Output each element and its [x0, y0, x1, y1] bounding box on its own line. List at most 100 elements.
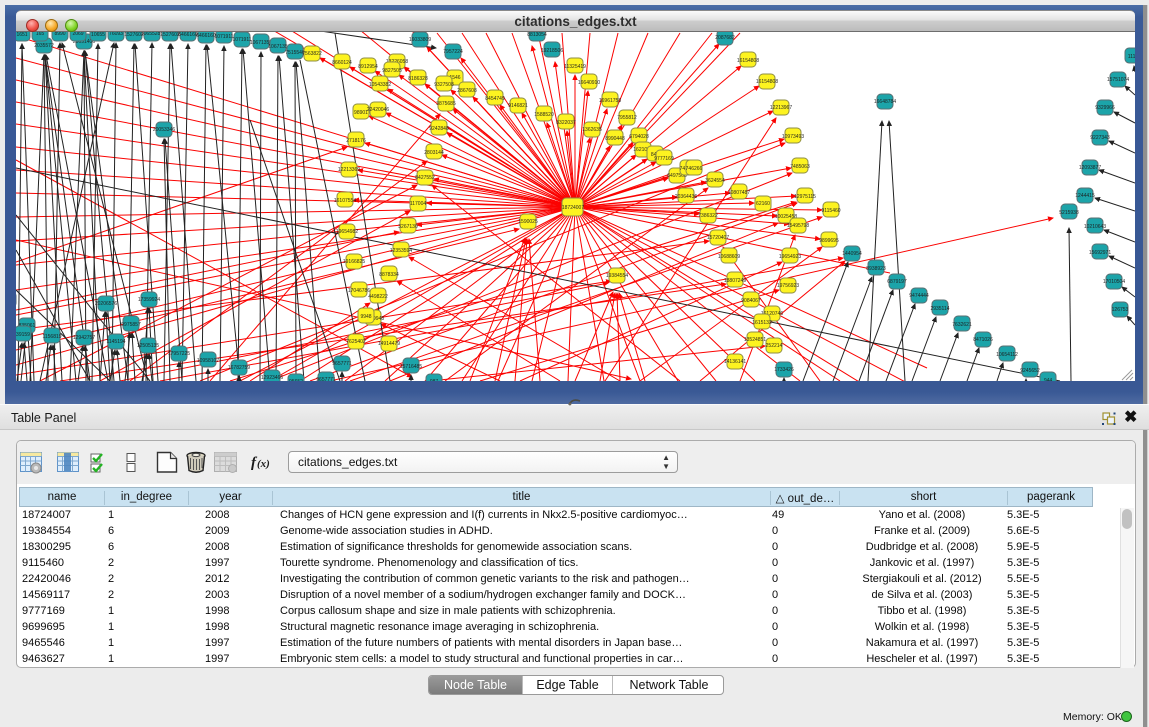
svg-text:20053346: 20053346 [153, 127, 175, 133]
svg-text:17010504: 17010504 [1103, 279, 1125, 285]
svg-text:6879197: 6879197 [887, 279, 907, 285]
svg-text:9777169: 9777169 [654, 156, 674, 162]
svg-text:12213369: 12213369 [338, 167, 360, 173]
svg-text:9827505: 9827505 [382, 68, 402, 74]
svg-text:746266: 746266 [686, 166, 703, 172]
svg-text:9242848: 9242848 [429, 126, 449, 132]
svg-text:11325419: 11325419 [564, 64, 586, 70]
svg-text:9975857: 9975857 [121, 322, 141, 328]
svg-text:8912954: 8912954 [358, 64, 378, 70]
svg-text:8990: 8990 [54, 32, 65, 37]
svg-text:8322037: 8322037 [556, 120, 576, 126]
svg-text:126753: 126753 [1112, 307, 1129, 313]
svg-text:18724007: 18724007 [562, 205, 584, 211]
svg-text:9899695: 9899695 [819, 238, 839, 244]
svg-text:8878334: 8878334 [379, 272, 399, 278]
svg-text:15716485: 15716485 [400, 364, 422, 370]
svg-text:2718176: 2718176 [346, 138, 366, 144]
svg-text:3267130: 3267130 [398, 224, 418, 230]
svg-text:39159: 39159 [16, 332, 30, 338]
svg-text:16107554: 16107554 [334, 198, 356, 204]
svg-text:1071911: 1071911 [214, 34, 233, 40]
svg-text:9329966: 9329966 [1095, 105, 1115, 111]
svg-text:10543382: 10543382 [369, 82, 391, 88]
svg-text:8454749: 8454749 [485, 96, 505, 102]
svg-text:9245652: 9245652 [1020, 368, 1040, 374]
svg-text:12975115: 12975115 [794, 194, 816, 200]
svg-text:19384554: 19384554 [606, 273, 628, 279]
svg-text:8186328: 8186328 [408, 76, 428, 82]
svg-text:76093: 76093 [109, 32, 123, 37]
svg-text:19218506: 19218506 [541, 48, 563, 54]
svg-text:1440954: 1440954 [842, 251, 862, 257]
svg-text:95652: 95652 [289, 379, 303, 381]
svg-text:9657771: 9657771 [316, 377, 336, 381]
svg-text:2935114: 2935114 [930, 306, 949, 312]
svg-text:3875685: 3875685 [436, 101, 456, 107]
svg-text:7563822: 7563822 [302, 51, 322, 57]
svg-text:15495798: 15495798 [787, 223, 809, 229]
svg-text:15692971: 15692971 [1089, 250, 1111, 256]
svg-text:8660124: 8660124 [332, 60, 352, 66]
svg-text:6794028: 6794028 [629, 134, 649, 140]
svg-text:1588520: 1588520 [534, 112, 554, 118]
svg-text:12353594: 12353594 [390, 248, 412, 254]
svg-text:12505135: 12505135 [137, 343, 159, 349]
svg-text:16640910: 16640910 [578, 80, 600, 86]
svg-text:1590025: 1590025 [518, 219, 538, 225]
svg-text:19654923: 19654923 [779, 254, 801, 260]
svg-text:10210643: 10210643 [1084, 224, 1106, 230]
svg-text:165: 165 [36, 32, 45, 37]
svg-text:1527602: 1527602 [160, 32, 180, 38]
svg-text:9327508: 9327508 [434, 82, 454, 88]
svg-text:19166825: 19166825 [343, 259, 365, 265]
svg-text:9146821: 9146821 [508, 103, 528, 109]
svg-text:17957225: 17957225 [168, 351, 190, 357]
svg-text:1156819: 1156819 [42, 334, 61, 340]
svg-text:13524851: 13524851 [744, 337, 766, 343]
svg-text:10973493: 10973493 [782, 134, 804, 140]
svg-text:22420046: 22420046 [367, 107, 389, 113]
svg-text:15751074: 15751074 [1107, 77, 1129, 83]
svg-text:10688609: 10688609 [718, 254, 740, 260]
svg-text:14136141: 14136141 [724, 359, 746, 365]
svg-text:9115460: 9115460 [821, 208, 840, 214]
svg-text:16033809: 16033809 [409, 37, 431, 43]
svg-text:1362635: 1362635 [582, 127, 602, 133]
svg-text:2035572: 2035572 [34, 43, 54, 49]
svg-text:16154808: 16154808 [737, 58, 759, 64]
svg-text:16961758: 16961758 [599, 98, 621, 104]
svg-text:2867608: 2867608 [457, 88, 477, 94]
svg-text:16154808: 16154808 [756, 79, 778, 85]
svg-text:1244415: 1244415 [1075, 193, 1095, 199]
svg-text:12093877: 12093877 [1079, 165, 1101, 171]
svg-text:9948: 9948 [360, 314, 371, 320]
svg-text:9657771: 9657771 [332, 361, 352, 367]
svg-text:14914479: 14914479 [378, 341, 400, 347]
svg-text:1112: 1112 [1128, 54, 1135, 60]
svg-text:17359924: 17359924 [138, 297, 160, 303]
svg-text:1145194: 1145194 [106, 339, 125, 345]
svg-text:252214: 252214 [766, 343, 783, 349]
svg-text:9474444: 9474444 [909, 293, 929, 299]
svg-text:7957224: 7957224 [443, 49, 463, 55]
svg-text:9084067: 9084067 [741, 298, 761, 304]
svg-text:1615132: 1615132 [752, 320, 772, 326]
svg-text:7955812: 7955812 [617, 115, 637, 121]
svg-text:1071911: 1071911 [232, 37, 251, 43]
svg-text:12923466: 12923466 [261, 375, 283, 381]
svg-text:8938923: 8938923 [866, 266, 886, 272]
svg-text:7386322: 7386322 [698, 213, 718, 219]
svg-text:10655: 10655 [91, 32, 105, 38]
svg-text:18807249: 18807249 [724, 278, 746, 284]
svg-text:7625402: 7625402 [346, 339, 366, 345]
svg-text:10958107: 10958107 [197, 358, 219, 364]
svg-text:2803144: 2803144 [424, 150, 444, 156]
svg-text:944: 944 [1044, 378, 1053, 381]
svg-text:6466160: 6466160 [178, 32, 198, 38]
svg-text:2087682: 2087682 [715, 35, 735, 41]
svg-text:17046786: 17046786 [348, 288, 370, 294]
svg-text:8427552: 8427552 [415, 175, 435, 181]
svg-text:10654112: 10654112 [996, 352, 1018, 358]
svg-text:7632621: 7632621 [952, 322, 972, 328]
